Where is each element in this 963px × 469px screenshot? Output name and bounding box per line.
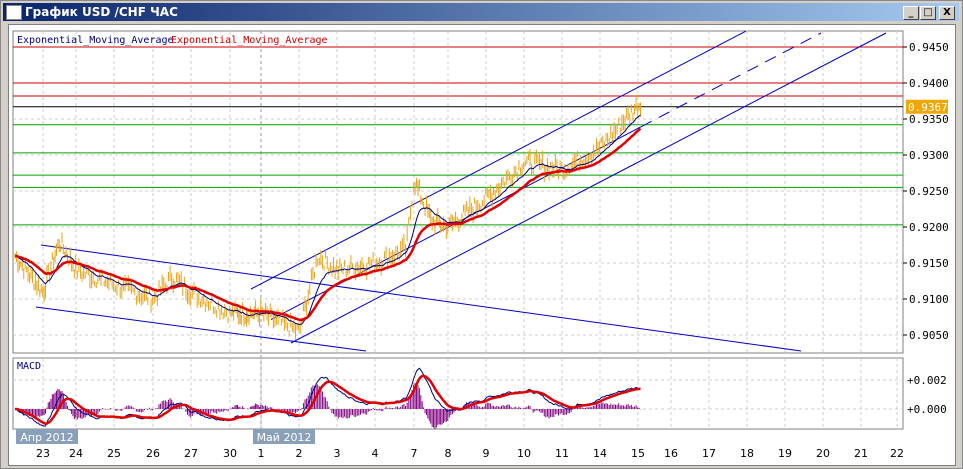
macd-legend: MACD: [17, 361, 41, 372]
price-axis-label: 0.9250: [909, 185, 949, 198]
date-label: 19: [778, 447, 792, 460]
date-label: 24: [69, 447, 83, 460]
date-label: 20: [816, 447, 830, 460]
date-label: 4: [372, 447, 379, 460]
date-label: 25: [107, 447, 121, 460]
macd-axis-label: +0.002: [907, 374, 947, 387]
date-label: 9: [483, 447, 490, 460]
date-label: 17: [702, 447, 716, 460]
chart-icon: [6, 5, 22, 20]
month-label: Апр 2012: [20, 431, 73, 444]
month-label: Май 2012: [257, 431, 312, 444]
date-label: 2: [296, 447, 303, 460]
maximize-button[interactable]: □: [920, 6, 936, 20]
date-label: 16: [664, 447, 678, 460]
price-axis-label: 0.9050: [909, 329, 949, 342]
macd-axis-label: +0.000: [907, 403, 947, 416]
close-button[interactable]: X: [939, 6, 955, 20]
price-axis-label: 0.9400: [909, 77, 949, 90]
date-label: 7: [411, 447, 418, 460]
price-axis-label: 0.9200: [909, 221, 949, 234]
price-axis-label: 0.9150: [909, 257, 949, 270]
date-label: 27: [184, 447, 198, 460]
title-bar: График USD /CHF ЧАС _ □ X: [3, 3, 959, 21]
current-price-label: 0.9367: [908, 101, 948, 114]
price-axis-label: 0.9100: [909, 293, 949, 306]
date-label: 8: [445, 447, 452, 460]
price-axis-label: 0.9450: [909, 41, 949, 54]
ema-legend-1: Exponential_Moving_Average: [17, 35, 174, 46]
date-label: 30: [223, 447, 237, 460]
date-label: 26: [146, 447, 160, 460]
date-label: 21: [854, 447, 868, 460]
date-label: 22: [890, 447, 904, 460]
date-label: 18: [740, 447, 754, 460]
ema-legend-2: Exponential_Moving_Average: [171, 35, 328, 46]
price-axis-label: 0.9350: [909, 113, 949, 126]
date-label: 3: [334, 447, 341, 460]
date-label: 1: [258, 447, 265, 460]
date-label: 11: [555, 447, 569, 460]
date-label: 23: [36, 447, 50, 460]
chart-area[interactable]: 0.9450 0.9400 0.9350 0.9300 0.9250 0.9200 0.91…: [8, 24, 956, 466]
window-title: График USD /CHF ЧАС: [25, 5, 178, 19]
price-pane: [12, 30, 904, 354]
minimize-button[interactable]: _: [903, 6, 919, 20]
date-label: 14: [593, 447, 607, 460]
date-label: 15: [631, 447, 645, 460]
date-label: 10: [517, 447, 531, 460]
price-axis-label: 0.9300: [909, 149, 949, 162]
